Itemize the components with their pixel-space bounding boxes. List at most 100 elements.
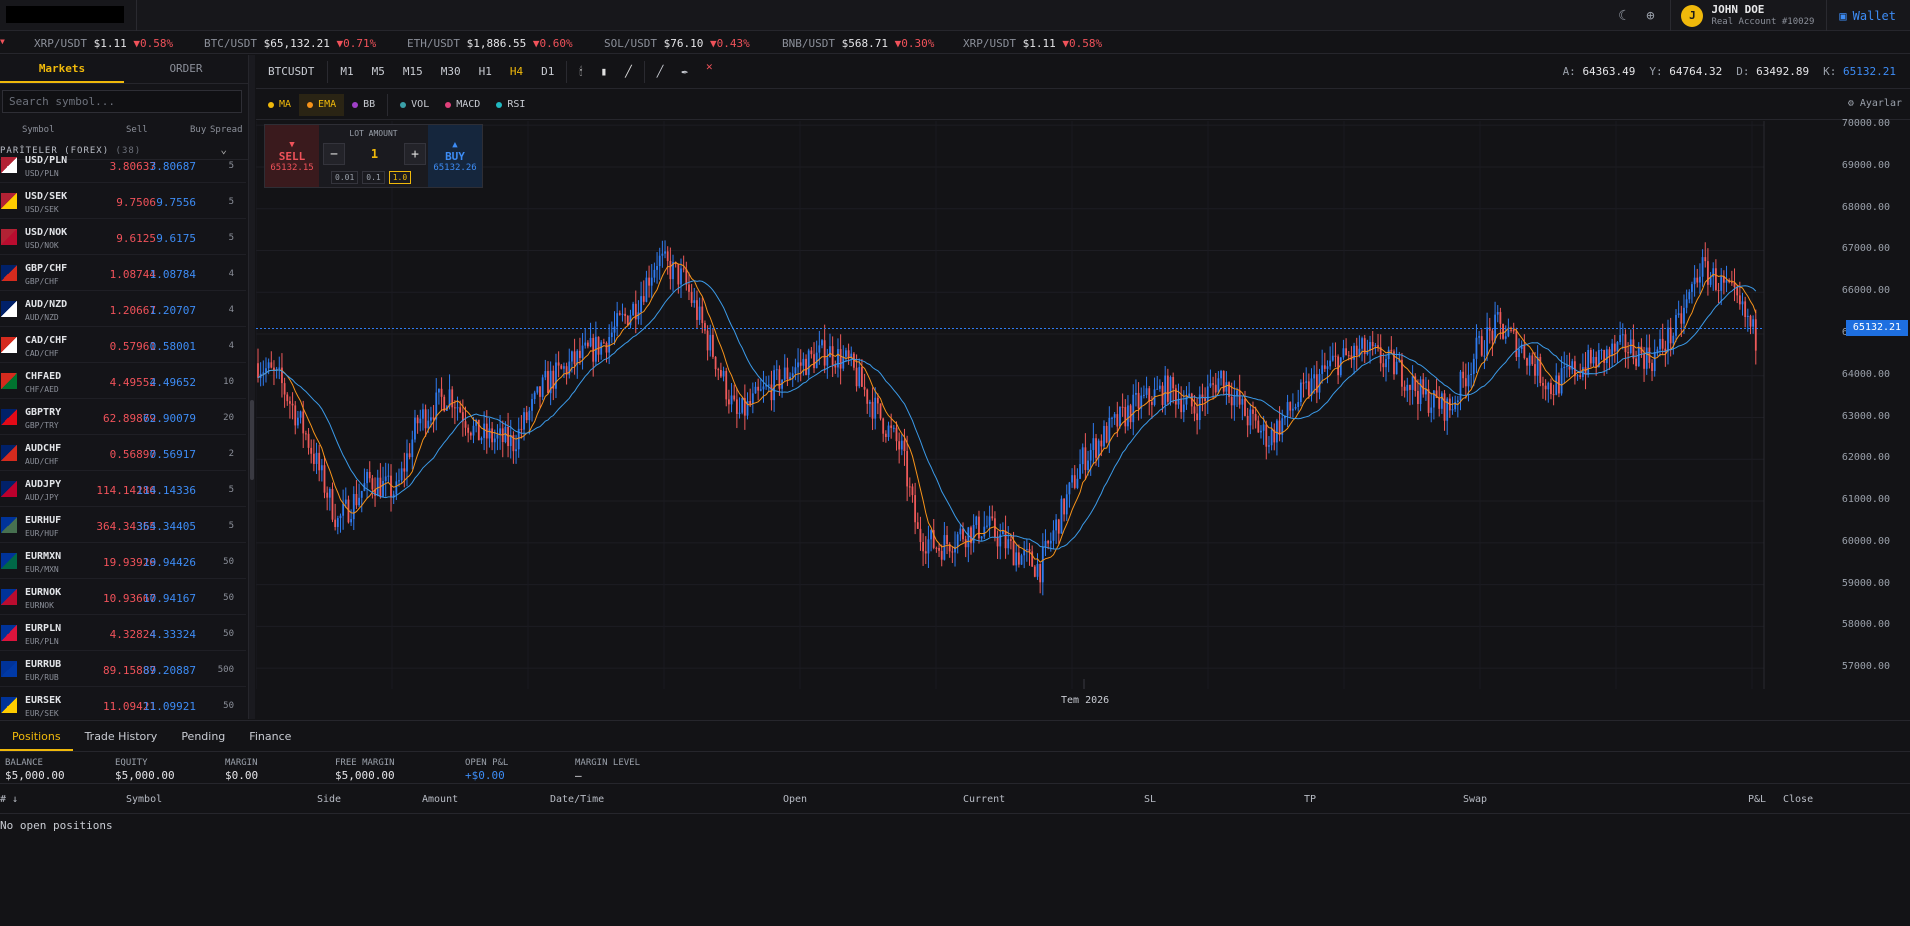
col-current[interactable]: Current bbox=[963, 794, 1005, 805]
wallet-button[interactable]: ▣ Wallet bbox=[1826, 0, 1910, 31]
list-item[interactable]: CHFAED CHF/AED 4.49552 4.49652 10 bbox=[0, 363, 246, 399]
list-item[interactable]: AUDJPY AUD/JPY 114.14286 114.14336 5 bbox=[0, 471, 246, 507]
list-item[interactable]: USD/PLN USD/PLN 3.80637 3.80687 5 bbox=[0, 147, 246, 183]
timeframe-h4[interactable]: H4 bbox=[501, 60, 532, 84]
pen-tool-icon[interactable]: ✒ bbox=[672, 60, 697, 84]
list-item[interactable]: EURNOK EURNOK 10.93667 10.94167 50 bbox=[0, 579, 246, 615]
lot-preset-01[interactable]: 0.1 bbox=[362, 171, 385, 184]
ticker-item[interactable]: BNB/USDT $568.71 ▼0.30% bbox=[782, 37, 934, 50]
candle-body bbox=[1409, 384, 1411, 390]
col-sl[interactable]: SL bbox=[1144, 794, 1156, 805]
candle-body bbox=[525, 412, 528, 421]
col-swap[interactable]: Swap bbox=[1463, 794, 1487, 805]
tab-positions[interactable]: Positions bbox=[0, 721, 73, 751]
list-item[interactable]: CAD/CHF CAD/CHF 0.57961 0.58001 4 bbox=[0, 327, 246, 363]
candle-body bbox=[597, 336, 600, 355]
col--[interactable]: # ↓ bbox=[0, 794, 18, 805]
candle-body bbox=[717, 369, 720, 371]
tab-pending[interactable]: Pending bbox=[169, 721, 237, 751]
list-item[interactable]: USD/SEK USD/SEK 9.7506 9.7556 5 bbox=[0, 183, 246, 219]
timeframe-m1[interactable]: M1 bbox=[331, 60, 362, 84]
list-item[interactable]: GBP/CHF GBP/CHF 1.08744 1.08784 4 bbox=[0, 255, 246, 291]
candle-body bbox=[1587, 349, 1590, 375]
lot-preset-1[interactable]: 1.0 bbox=[388, 171, 412, 184]
candle-body bbox=[1395, 361, 1398, 375]
ticker-item[interactable]: SOL/USDT $76.10 ▼0.43% bbox=[604, 37, 750, 50]
list-item[interactable]: EURMXN EUR/MXN 19.93926 19.94426 50 bbox=[0, 543, 246, 579]
bar-type-icon[interactable]: ▮ bbox=[591, 60, 616, 84]
flag-icon bbox=[1, 517, 17, 533]
indicator-vol[interactable]: VOL bbox=[392, 94, 437, 116]
symbol-search-input[interactable] bbox=[2, 90, 242, 113]
candle-body bbox=[472, 425, 475, 436]
lot-value[interactable]: 1 bbox=[371, 147, 378, 161]
candle-body bbox=[1204, 398, 1206, 402]
chart-symbol[interactable]: BTCUSDT bbox=[256, 60, 324, 84]
candle-body bbox=[645, 277, 648, 302]
indicator-bb[interactable]: BB bbox=[344, 94, 383, 116]
col-p-l[interactable]: P&L bbox=[1748, 794, 1766, 805]
list-item[interactable]: AUDCHF AUD/CHF 0.56897 0.56917 2 bbox=[0, 435, 246, 471]
language-globe-icon[interactable]: ⊕ bbox=[1636, 0, 1664, 31]
col-side[interactable]: Side bbox=[317, 794, 341, 805]
tab-finance[interactable]: Finance bbox=[237, 721, 303, 751]
candle-type-icon[interactable]: 🕯 bbox=[570, 60, 591, 84]
trendline-tool-icon[interactable]: ╱ bbox=[648, 60, 673, 84]
list-item[interactable]: EURRUB EUR/RUB 89.15887 89.20887 500 bbox=[0, 651, 246, 687]
stat-value: $5,000.00 bbox=[5, 769, 65, 782]
list-item[interactable]: GBPTRY GBP/TRY 62.89879 62.90079 20 bbox=[0, 399, 246, 435]
ticker-item[interactable]: BTC/USDT $65,132.21 ▼0.71% bbox=[204, 37, 376, 50]
chart-settings-button[interactable]: ⚙ Ayarlar bbox=[1848, 98, 1902, 109]
timeframe-d1[interactable]: D1 bbox=[532, 60, 563, 84]
col-symbol[interactable]: Symbol bbox=[126, 794, 162, 805]
theme-toggle-icon[interactable]: ☾ bbox=[1608, 0, 1636, 31]
list-item[interactable]: AUD/NZD AUD/NZD 1.20667 1.20707 4 bbox=[0, 291, 246, 327]
tab-trade-history[interactable]: Trade History bbox=[73, 721, 170, 751]
col-date-time[interactable]: Date/Time bbox=[550, 794, 604, 805]
ticker-item[interactable]: ETH/USDT $1,886.55 ▼0.60% bbox=[407, 37, 573, 50]
list-item[interactable]: EURHUF EUR/HUF 364.34355 364.34405 5 bbox=[0, 507, 246, 543]
timeframe-h1[interactable]: H1 bbox=[470, 60, 501, 84]
sidebar-scrollbar[interactable] bbox=[249, 55, 255, 719]
candle-body bbox=[1507, 329, 1510, 337]
candle-body bbox=[887, 425, 890, 438]
sidebar-scrollbar-thumb[interactable] bbox=[250, 400, 254, 480]
candle-body bbox=[270, 362, 273, 368]
ohlc-value: 63492.89 bbox=[1756, 65, 1810, 78]
indicator-ma[interactable]: MA bbox=[260, 94, 299, 116]
account-menu[interactable]: J JOHN DOE Real Account #10029 bbox=[1670, 0, 1826, 31]
indicator-macd[interactable]: MACD bbox=[437, 94, 488, 116]
line-type-icon[interactable]: ╱ bbox=[616, 60, 641, 84]
col-amount[interactable]: Amount bbox=[422, 794, 458, 805]
timeframe-m15[interactable]: M15 bbox=[394, 60, 432, 84]
candle-body bbox=[1672, 335, 1675, 344]
pair-subsymbol: EURNOK bbox=[25, 601, 54, 610]
logo[interactable] bbox=[6, 6, 124, 23]
indicator-ema[interactable]: EMA bbox=[299, 93, 345, 116]
timeframe-m5[interactable]: M5 bbox=[363, 60, 394, 84]
candle-body bbox=[1132, 394, 1135, 423]
top-bar: ☾ ⊕ J JOHN DOE Real Account #10029 ▣ Wal… bbox=[0, 0, 1910, 31]
list-item[interactable]: EURSEK EUR/SEK 11.09421 11.09921 50 bbox=[0, 687, 246, 719]
tab-markets[interactable]: Markets bbox=[0, 55, 124, 83]
list-item[interactable]: USD/NOK USD/NOK 9.6125 9.6175 5 bbox=[0, 219, 246, 255]
col-tp[interactable]: TP bbox=[1304, 794, 1316, 805]
candle-body bbox=[289, 401, 291, 404]
clear-drawings-icon[interactable]: ✕ bbox=[697, 60, 722, 84]
buy-button[interactable]: ▲ BUY 65132.26 bbox=[428, 125, 482, 187]
col-open[interactable]: Open bbox=[783, 794, 807, 805]
list-item[interactable]: EURPLN EUR/PLN 4.32824 4.33324 50 bbox=[0, 615, 246, 651]
stat-label: EQUITY bbox=[115, 758, 148, 768]
lot-preset-001[interactable]: 0.01 bbox=[331, 171, 359, 184]
indicator-rsi[interactable]: RSI bbox=[488, 94, 533, 116]
candlestick-chart[interactable] bbox=[256, 121, 1838, 689]
lot-decrease-button[interactable]: − bbox=[323, 143, 345, 165]
lot-increase-button[interactable]: + bbox=[403, 143, 426, 165]
timeframe-m30[interactable]: M30 bbox=[432, 60, 470, 84]
tab-order[interactable]: ORDER bbox=[124, 55, 248, 83]
col-close[interactable]: Close bbox=[1783, 794, 1813, 805]
candle-body bbox=[424, 409, 427, 429]
ticker-item[interactable]: XRP/USDT $1.11 ▼0.58% bbox=[963, 37, 1102, 50]
ticker-item[interactable]: XRP/USDT $1.11 ▼0.58% bbox=[34, 37, 173, 50]
sell-button[interactable]: ▼ SELL 65132.15 bbox=[265, 125, 319, 187]
